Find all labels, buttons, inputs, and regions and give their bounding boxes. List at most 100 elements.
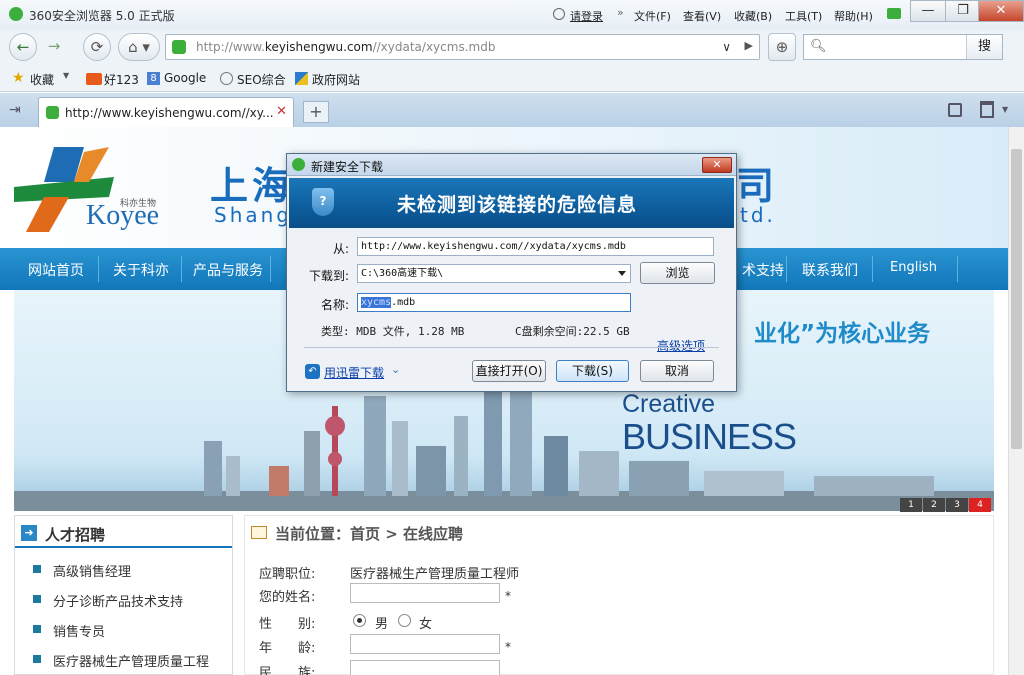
download-button[interactable]: 下载(S) xyxy=(556,360,629,382)
browser-logo-icon xyxy=(9,7,23,21)
forward-button[interactable]: → xyxy=(40,33,68,61)
age-field[interactable] xyxy=(350,634,500,654)
dialog-close-button[interactable]: ✕ xyxy=(702,157,732,173)
home-icon: ⌂ ▾ xyxy=(128,38,150,56)
gender-male-radio[interactable] xyxy=(353,614,366,627)
position-label: 应聘职位: xyxy=(259,567,316,582)
jobs-sidebar-title: 人才招聘 xyxy=(45,526,106,544)
company-name-cn: 上海 xyxy=(210,164,295,208)
skin-shirt-icon[interactable] xyxy=(887,8,901,19)
name-field[interactable] xyxy=(350,583,500,603)
shield-question-icon: ? xyxy=(312,188,334,216)
search-button[interactable]: 搜 xyxy=(966,35,1002,59)
breadcrumb: 当前位置：首页 > 在线应聘 xyxy=(275,525,464,543)
bullet-icon xyxy=(33,655,41,663)
scrollbar-thumb[interactable] xyxy=(1011,149,1022,449)
brand-cn: 科亦生物 xyxy=(120,199,157,209)
thunder-expand-icon[interactable]: ⌄ xyxy=(391,363,400,376)
cancel-button[interactable]: 取消 xyxy=(640,360,714,382)
restore-tabs-icon[interactable] xyxy=(948,103,962,117)
back-button[interactable]: ← xyxy=(9,33,37,61)
gender-female-label: 女 xyxy=(419,617,433,632)
site-favicon-icon xyxy=(172,40,186,54)
menu-file[interactable]: 文件(F) xyxy=(634,8,671,24)
gender-female-radio[interactable] xyxy=(398,614,411,627)
nav-products[interactable]: 产品与服务 xyxy=(193,260,263,280)
menu-view[interactable]: 查看(V) xyxy=(683,8,721,24)
file-type-info: 类型: MDB 文件, 1.28 MB xyxy=(321,325,465,338)
thunder-download-link[interactable]: 用迅雷下载 xyxy=(324,364,384,381)
forward-arrow-icon: → xyxy=(47,37,61,55)
bullet-icon xyxy=(33,565,41,573)
refresh-button[interactable]: ⟳ xyxy=(83,33,111,61)
favorites-menu[interactable]: 收藏 xyxy=(30,71,54,88)
home-button[interactable]: ⌂ ▾ xyxy=(118,33,160,61)
position-value: 医疗器械生产管理质量工程师 xyxy=(350,567,520,582)
saveto-select[interactable]: C:\360高速下载\ xyxy=(357,264,631,283)
fav-gov[interactable]: 政府网站 xyxy=(312,71,360,88)
favorites-dropdown-icon[interactable]: ▼ xyxy=(63,71,69,80)
page-scrollbar[interactable] xyxy=(1008,127,1024,675)
address-field[interactable]: http://www.keyishengwu.com//xydata/xycms… xyxy=(165,34,760,60)
new-tab-button[interactable]: + xyxy=(303,101,329,123)
go-button[interactable]: ▶ xyxy=(745,39,753,52)
open-directly-button[interactable]: 直接打开(O) xyxy=(472,360,546,382)
address-dropdown-icon[interactable]: ∨ xyxy=(722,40,731,54)
menu-help[interactable]: 帮助(H) xyxy=(834,8,873,24)
tab-current[interactable]: http://www.keyishengwu.com//xy... ✕ xyxy=(38,97,294,127)
shield-plus-icon: ⊕ xyxy=(775,38,789,56)
fav-hao123[interactable]: 好123 xyxy=(104,71,139,88)
trash-dropdown-icon[interactable]: ▼ xyxy=(1002,105,1008,114)
search-icon: 🔍︎ xyxy=(810,39,827,54)
minimize-button[interactable]: — xyxy=(910,0,946,22)
banner-page-2[interactable]: 2 xyxy=(923,498,945,512)
refresh-icon: ⟳ xyxy=(90,38,104,56)
close-window-button[interactable]: ✕ xyxy=(978,0,1024,22)
sidebar-toggle-icon[interactable]: ⇥ xyxy=(9,102,21,118)
restore-button[interactable]: ❐ xyxy=(945,0,981,22)
gov-icon xyxy=(295,72,308,85)
bullet-icon xyxy=(33,595,41,603)
thunder-icon: ↶ xyxy=(305,364,320,379)
disk-space-info: C盘剩余空间:22.5 GB xyxy=(515,325,630,338)
fav-seo[interactable]: SEO综合 xyxy=(237,71,286,88)
filename-field[interactable]: xycms.mdb xyxy=(357,293,631,312)
company-name-en-tail: td. xyxy=(740,203,776,227)
nav-home[interactable]: 网站首页 xyxy=(28,260,84,280)
nav-about[interactable]: 关于科亦 xyxy=(113,260,169,280)
nav-support[interactable]: 术支持 xyxy=(742,260,784,280)
chevron-down-icon xyxy=(618,271,626,276)
search-box[interactable]: 🔍︎ 搜 xyxy=(803,34,1003,60)
bullet-icon xyxy=(33,625,41,633)
nav-contact[interactable]: 联系我们 xyxy=(802,260,858,280)
trash-icon[interactable] xyxy=(980,101,994,118)
company-name-cn-tail: 司 xyxy=(736,164,779,208)
window-title: 360安全浏览器 5.0 正式版 xyxy=(29,9,175,23)
security-shield-button[interactable]: ⊕ xyxy=(768,33,796,61)
banner-page-1[interactable]: 1 xyxy=(900,498,922,512)
advanced-options-link[interactable]: 高级选项 xyxy=(657,337,705,354)
gender-label: 性 别: xyxy=(259,617,316,632)
browse-button[interactable]: 浏览 xyxy=(640,262,715,284)
search-input[interactable] xyxy=(832,38,962,56)
hao123-icon xyxy=(86,73,102,85)
from-url-field[interactable]: http://www.keyishengwu.com//xydata/xycms… xyxy=(357,237,714,256)
favorites-star-icon: ★ xyxy=(12,70,25,86)
tab-close-icon[interactable]: ✕ xyxy=(276,104,287,119)
required-mark: * xyxy=(505,640,511,654)
tab-favicon-icon xyxy=(46,106,59,119)
fav-google[interactable]: Google xyxy=(164,71,206,85)
login-link[interactable]: 请登录 xyxy=(570,8,603,24)
tab-bar: ⇥ http://www.keyishengwu.com//xy... ✕ + … xyxy=(0,93,1024,127)
from-label: 从: xyxy=(332,242,349,256)
banner-page-4[interactable]: 4 xyxy=(969,498,991,512)
safety-message: 未检测到该链接的危险信息 xyxy=(397,194,638,216)
jobs-sidebar: ➜ 人才招聘 高级销售经理 分子诊断产品技术支持 销售专员 医疗器械生产管理质量… xyxy=(14,515,233,675)
banner-page-3[interactable]: 3 xyxy=(946,498,968,512)
ethnic-field[interactable] xyxy=(350,660,500,675)
menu-tools[interactable]: 工具(T) xyxy=(785,8,822,24)
tab-title: http://www.keyishengwu.com//xy... xyxy=(65,106,274,120)
menu-favorites[interactable]: 收藏(B) xyxy=(734,8,772,24)
back-arrow-icon: ← xyxy=(16,38,30,56)
nav-english[interactable]: English xyxy=(890,260,937,275)
